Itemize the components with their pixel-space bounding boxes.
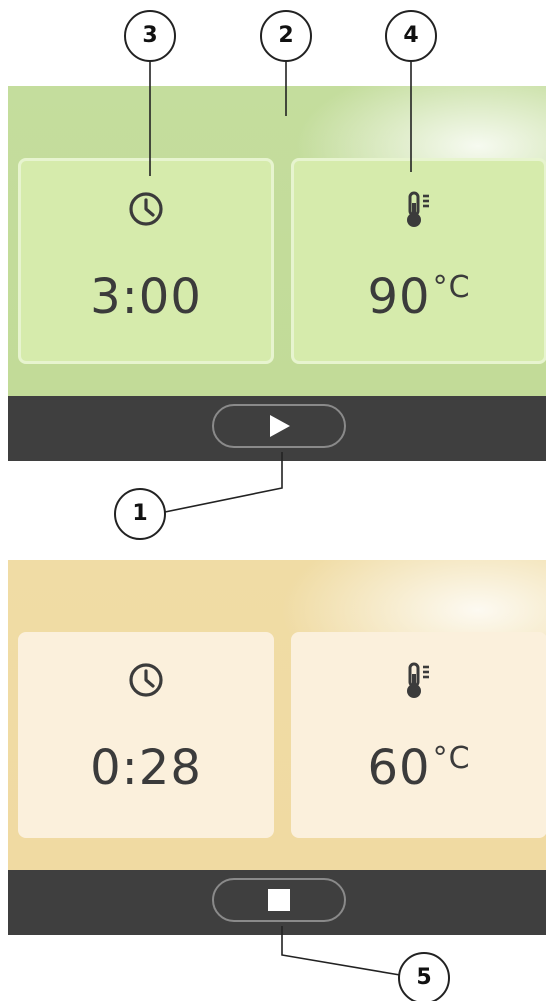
thermometer-icon <box>407 191 429 227</box>
clock-icon <box>129 663 163 697</box>
timer-tile[interactable]: 3:00 <box>18 158 274 364</box>
callout-4: 4 <box>385 10 437 62</box>
start-button[interactable] <box>212 404 346 448</box>
thermometer-icon <box>407 662 429 698</box>
stop-icon <box>268 889 290 911</box>
display-area: 0:28 60°C <box>8 560 546 870</box>
callout-3: 3 <box>124 10 176 62</box>
callout-2: 2 <box>260 10 312 62</box>
stop-button[interactable] <box>212 878 346 922</box>
temperature-value: 90°C <box>367 269 471 325</box>
control-bar <box>8 396 546 461</box>
clock-icon <box>129 192 163 226</box>
callout-5: 5 <box>398 952 450 1001</box>
ui-diagram: 3:00 90°C 0:28 60°C 3 2 4 1 5 <box>0 0 548 1001</box>
temperature-tile[interactable]: 60°C <box>291 632 546 838</box>
temperature-value: 60°C <box>367 740 471 796</box>
callout-1: 1 <box>114 488 166 540</box>
control-bar <box>8 870 546 935</box>
timer-value: 3:00 <box>90 269 202 325</box>
timer-value: 0:28 <box>90 740 202 796</box>
screen-idle: 3:00 90°C <box>8 86 546 461</box>
play-icon <box>270 415 290 437</box>
temperature-unit: °C <box>432 270 471 305</box>
display-area: 3:00 90°C <box>8 86 546 396</box>
temperature-tile[interactable]: 90°C <box>291 158 546 364</box>
temperature-unit: °C <box>432 741 471 776</box>
timer-tile[interactable]: 0:28 <box>18 632 274 838</box>
screen-running: 0:28 60°C <box>8 560 546 935</box>
